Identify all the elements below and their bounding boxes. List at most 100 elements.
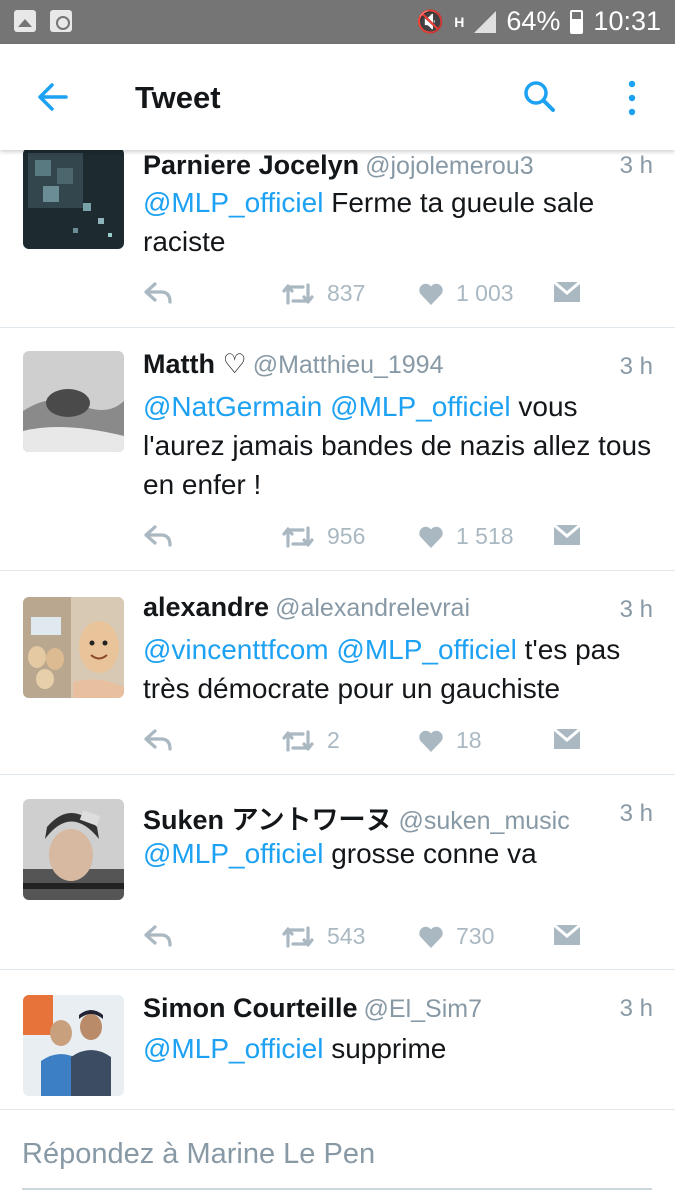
avatar[interactable] bbox=[23, 148, 124, 249]
retweet-count: 543 bbox=[327, 923, 366, 949]
retweet-icon bbox=[282, 525, 314, 548]
direct-message-button[interactable] bbox=[553, 523, 581, 547]
mention-link[interactable]: @MLP_officiel bbox=[143, 187, 323, 218]
mention-link[interactable]: @MLP_officiel bbox=[143, 1033, 323, 1064]
battery-icon bbox=[570, 9, 584, 34]
like-count: 18 bbox=[456, 727, 482, 753]
tweet-item[interactable]: Matth ♡ @Matthieu_1994 3 h @NatGermain @M… bbox=[0, 329, 675, 571]
tweet-actions: 543 730 bbox=[143, 923, 643, 953]
tweet-text: @vincenttfcom @MLP_officiel t'es pas trè… bbox=[143, 630, 653, 708]
envelope-icon bbox=[553, 923, 581, 945]
like-count: 1 003 bbox=[456, 280, 514, 306]
like-count: 730 bbox=[456, 923, 495, 949]
heart-icon bbox=[419, 730, 443, 752]
status-bar: 🔇 H 64% 10:31 bbox=[0, 0, 675, 44]
reply-input[interactable]: Répondez à Marine Le Pen bbox=[22, 1138, 375, 1171]
clock: 10:31 bbox=[593, 6, 661, 36]
reply-button[interactable] bbox=[143, 727, 173, 753]
retweet-icon bbox=[282, 925, 314, 948]
author-handle: @jojolemerou3 bbox=[365, 152, 534, 180]
avatar[interactable] bbox=[23, 597, 124, 698]
tweet-text: @MLP_officiel supprime bbox=[143, 1029, 653, 1068]
mention-link[interactable]: @vincenttfcom bbox=[143, 634, 329, 665]
tweet-author[interactable]: alexandre @alexandrelevrai bbox=[143, 592, 470, 623]
author-handle: @Matthieu_1994 bbox=[252, 351, 444, 379]
tweet-author[interactable]: Suken アントワーヌ @suken_music bbox=[143, 798, 570, 837]
envelope-icon bbox=[553, 523, 581, 545]
mention-link[interactable]: @MLP_officiel bbox=[143, 838, 323, 869]
reply-icon bbox=[144, 525, 172, 547]
retweet-count: 956 bbox=[327, 523, 366, 549]
reply-button[interactable] bbox=[143, 923, 173, 949]
tweet-item[interactable]: Suken アントワーヌ @suken_music 3 h @MLP_offici… bbox=[0, 776, 675, 970]
tweet-actions: 837 1 003 bbox=[143, 280, 643, 310]
app-bar: Tweet bbox=[0, 44, 675, 150]
reply-icon bbox=[144, 729, 172, 751]
heart-icon bbox=[419, 926, 443, 948]
recycle-notification-icon bbox=[50, 10, 72, 32]
like-button[interactable]: 1 003 bbox=[418, 280, 514, 307]
tweet-author[interactable]: Simon Courteille @El_Sim7 bbox=[143, 993, 482, 1024]
retweet-button[interactable]: 2 bbox=[281, 727, 340, 754]
envelope-icon bbox=[553, 280, 581, 302]
author-handle: @El_Sim7 bbox=[363, 995, 483, 1023]
mention-link[interactable]: @MLP_officiel bbox=[330, 391, 510, 422]
retweet-icon bbox=[282, 282, 314, 305]
retweet-button[interactable]: 837 bbox=[281, 280, 365, 307]
reply-button[interactable] bbox=[143, 280, 173, 306]
heart-icon bbox=[419, 283, 443, 305]
retweet-icon bbox=[282, 729, 314, 752]
page-title: Tweet bbox=[135, 80, 221, 115]
author-name: Suken アントワーヌ bbox=[143, 805, 393, 835]
tweet-time: 3 h bbox=[619, 152, 653, 179]
author-name: Parniere Jocelyn bbox=[143, 150, 360, 180]
more-options-icon[interactable] bbox=[622, 78, 642, 118]
tweet-author[interactable]: Parniere Jocelyn @jojolemerou3 bbox=[143, 150, 534, 181]
tweet-body bbox=[322, 391, 330, 422]
direct-message-button[interactable] bbox=[553, 280, 581, 304]
retweet-count: 837 bbox=[327, 280, 366, 306]
author-name: Matth ♡ bbox=[143, 349, 247, 379]
reply-icon bbox=[144, 282, 172, 304]
back-arrow-icon[interactable] bbox=[36, 80, 70, 114]
tweet-text: @MLP_officiel grosse conne va bbox=[143, 834, 653, 873]
tweet-time: 3 h bbox=[619, 596, 653, 623]
tweet-author[interactable]: Matth ♡ @Matthieu_1994 bbox=[143, 349, 444, 380]
tweet-item[interactable]: alexandre @alexandrelevrai 3 h @vincenttf… bbox=[0, 572, 675, 775]
tweet-time: 3 h bbox=[619, 353, 653, 380]
reply-button[interactable] bbox=[143, 523, 173, 549]
author-handle: @alexandrelevrai bbox=[275, 594, 470, 622]
author-name: alexandre bbox=[143, 592, 270, 622]
tweet-item[interactable]: Parniere Jocelyn @jojolemerou3 3 h @MLP_o… bbox=[0, 148, 675, 328]
mention-link[interactable]: @NatGermain bbox=[143, 391, 322, 422]
retweet-button[interactable]: 543 bbox=[281, 923, 365, 950]
like-button[interactable]: 18 bbox=[418, 727, 482, 754]
retweet-button[interactable]: 956 bbox=[281, 523, 365, 550]
retweet-count: 2 bbox=[327, 727, 340, 753]
gallery-notification-icon bbox=[14, 10, 36, 32]
avatar[interactable] bbox=[23, 995, 124, 1096]
tweet-actions: 956 1 518 bbox=[143, 523, 643, 553]
like-count: 1 518 bbox=[456, 523, 514, 549]
signal-icon bbox=[474, 10, 497, 33]
battery-percent: 64% bbox=[506, 6, 561, 36]
like-button[interactable]: 1 518 bbox=[418, 523, 514, 550]
avatar[interactable] bbox=[23, 351, 124, 452]
tweet-item[interactable]: Simon Courteille @El_Sim7 3 h @MLP_offici… bbox=[0, 971, 675, 1110]
direct-message-button[interactable] bbox=[553, 923, 581, 947]
like-button[interactable]: 730 bbox=[418, 923, 494, 950]
author-handle: @suken_music bbox=[398, 807, 570, 835]
mute-icon: 🔇 bbox=[416, 8, 445, 34]
envelope-icon bbox=[553, 727, 581, 749]
avatar[interactable] bbox=[23, 799, 124, 900]
tweet-time: 3 h bbox=[619, 995, 653, 1022]
mention-link[interactable]: @MLP_officiel bbox=[336, 634, 516, 665]
network-type: H bbox=[454, 13, 465, 30]
author-name: Simon Courteille bbox=[143, 993, 358, 1023]
tweet-text: @MLP_officiel Ferme ta gueule sale racis… bbox=[143, 183, 653, 261]
tweet-time: 3 h bbox=[619, 800, 653, 827]
tweet-actions: 2 18 bbox=[143, 727, 643, 757]
direct-message-button[interactable] bbox=[553, 727, 581, 751]
search-icon[interactable] bbox=[522, 79, 556, 113]
reply-input-underline bbox=[22, 1188, 652, 1190]
